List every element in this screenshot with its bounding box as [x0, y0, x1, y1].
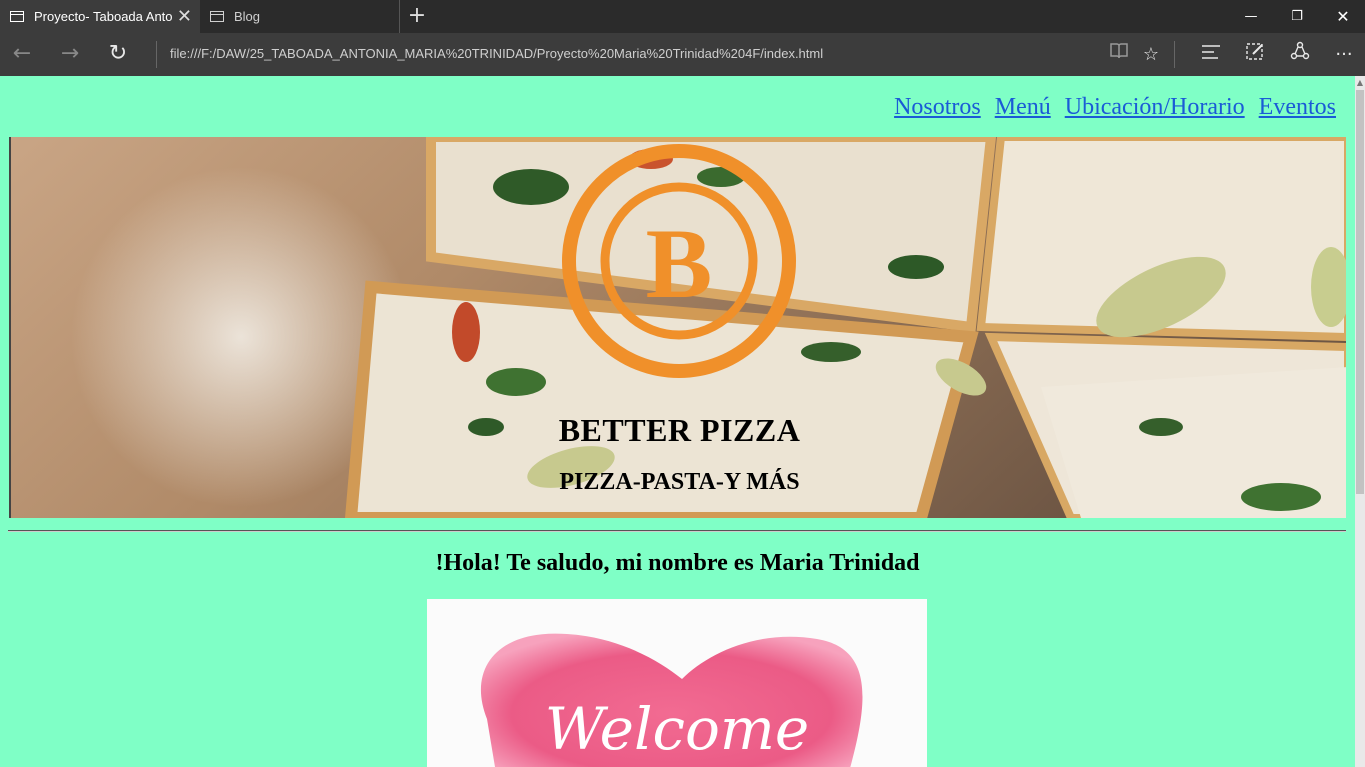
scroll-up-icon[interactable]: ▲ — [1355, 78, 1365, 87]
horizontal-rule — [8, 530, 1346, 532]
tab-title: Blog — [234, 9, 261, 24]
brand-title: BETTER PIZZA — [558, 412, 801, 448]
page-viewport: Nosotros Menú Ubicación/Horario Eventos — [0, 76, 1355, 767]
more-icon[interactable]: ··· — [1330, 41, 1358, 69]
brand-subtitle: PIZZA-PASTA-Y MÁS — [559, 469, 800, 495]
favorite-star-icon[interactable]: ☆ — [1137, 41, 1165, 69]
logo-letter: B — [646, 208, 713, 319]
url-field[interactable]: file:///F:/DAW/25_TABOADA_ANTONIA_MARIA%… — [170, 46, 823, 61]
nav-link-nosotros[interactable]: Nosotros — [894, 94, 981, 121]
tab-inactive[interactable]: Blog — [200, 0, 400, 33]
main-nav: Nosotros Menú Ubicación/Horario Eventos — [894, 94, 1336, 121]
hero-banner: B BETTER PIZZA PIZZA-PASTA-Y MÁS — [9, 137, 1346, 518]
reading-view-icon[interactable] — [1105, 41, 1133, 69]
page-icon — [210, 11, 224, 22]
welcome-image: Welcome — [427, 599, 927, 767]
nav-link-eventos[interactable]: Eventos — [1259, 94, 1336, 121]
new-tab-icon[interactable]: + — [404, 4, 430, 30]
welcome-text: Welcome — [545, 695, 809, 763]
hub-icon[interactable] — [1197, 41, 1225, 69]
pizza-background-image: B — [11, 137, 1346, 518]
minimize-icon[interactable]: — — [1228, 0, 1274, 33]
greeting-heading: !Hola! Te saludo, mi nombre es Maria Tri… — [435, 550, 920, 576]
divider — [156, 41, 157, 68]
web-note-icon[interactable] — [1241, 41, 1269, 69]
tab-title: Proyecto- Taboada Anto — [34, 9, 173, 24]
address-bar: ← → ↻ file:///F:/DAW/25_TABOADA_ANTONIA_… — [0, 33, 1365, 76]
share-icon[interactable] — [1286, 41, 1314, 69]
back-icon[interactable]: ← — [8, 41, 36, 69]
nav-link-menu[interactable]: Menú — [995, 94, 1051, 121]
tab-bar: Proyecto- Taboada Anto ✕ Blog + — ❐ ✕ — [0, 0, 1365, 33]
tab-active[interactable]: Proyecto- Taboada Anto ✕ — [0, 0, 200, 33]
nav-link-ubicacion-horario[interactable]: Ubicación/Horario — [1065, 94, 1245, 121]
page-icon — [10, 11, 24, 22]
restore-icon[interactable]: ❐ — [1274, 0, 1320, 33]
refresh-icon[interactable]: ↻ — [104, 41, 132, 69]
scrollbar[interactable]: ▲ — [1355, 76, 1365, 767]
forward-icon[interactable]: → — [56, 41, 84, 69]
divider — [1174, 41, 1175, 68]
scrollbar-thumb[interactable] — [1356, 90, 1364, 494]
close-icon[interactable]: ✕ — [1320, 0, 1365, 33]
close-tab-icon[interactable]: ✕ — [177, 6, 192, 26]
